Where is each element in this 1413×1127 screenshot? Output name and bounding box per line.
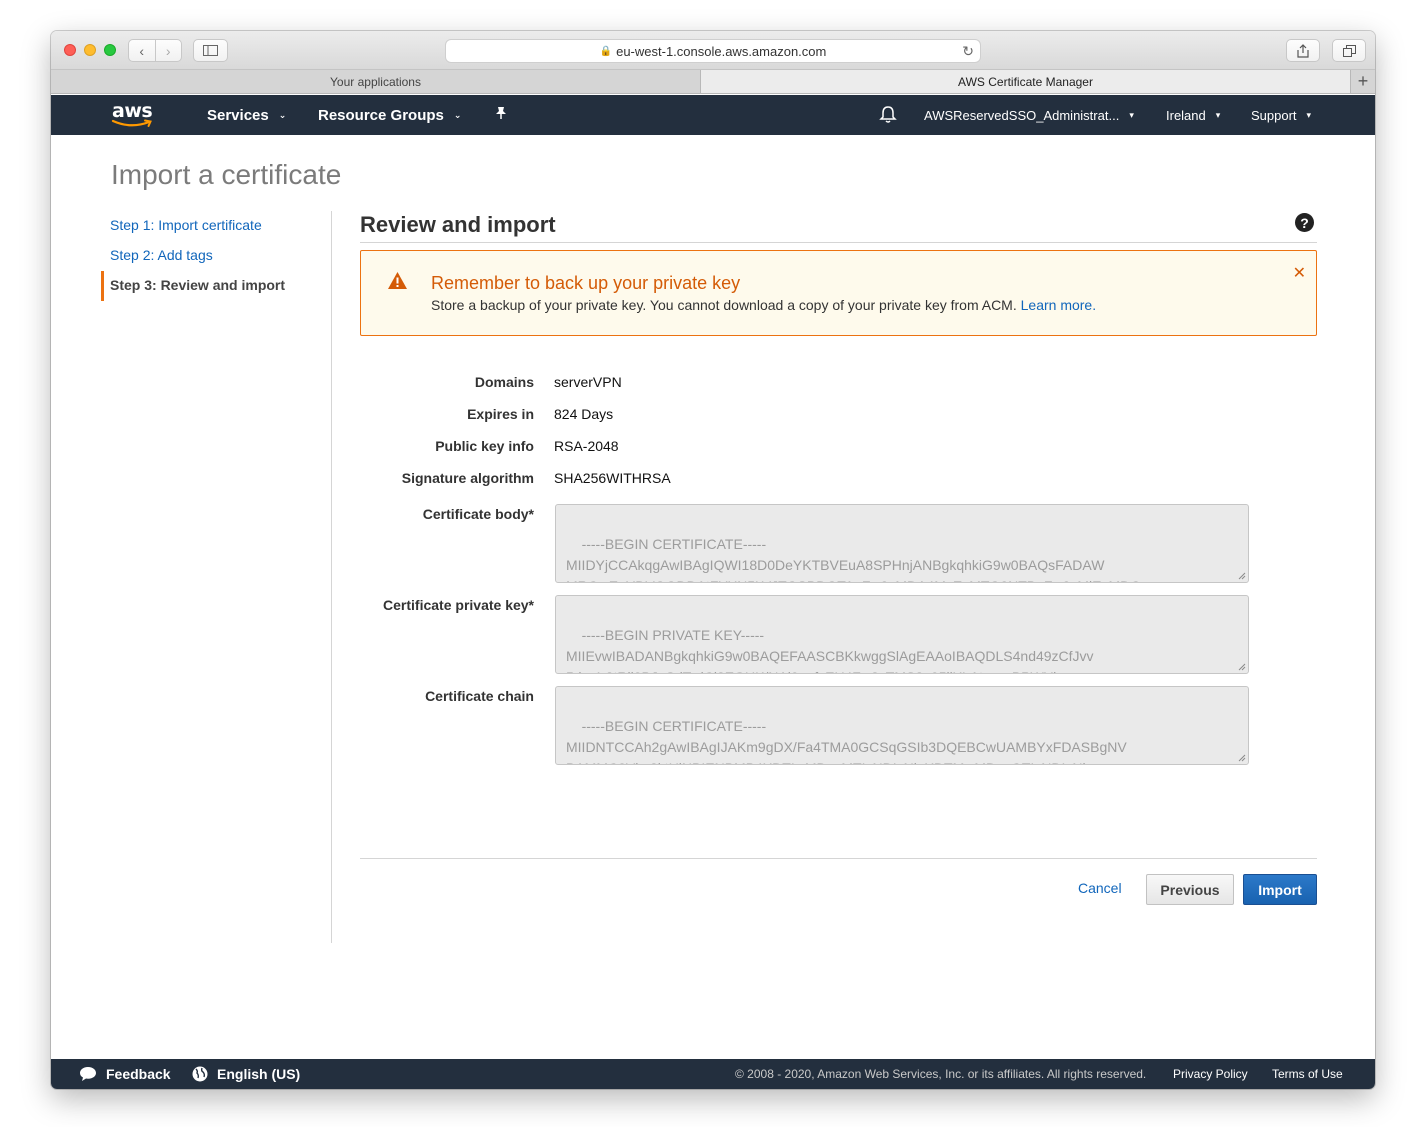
- close-window-button[interactable]: [64, 44, 76, 56]
- detail-label-public-key: Public key info: [435, 438, 534, 454]
- detail-value-signature: SHA256WITHRSA: [554, 470, 671, 486]
- tab-certificate-manager[interactable]: AWS Certificate Manager: [700, 70, 1351, 93]
- account-label: AWSReservedSSO_Administrat...: [924, 108, 1120, 123]
- support-label: Support: [1251, 108, 1297, 123]
- sidebar-divider: [331, 211, 332, 943]
- tab-your-applications[interactable]: Your applications: [51, 70, 700, 93]
- back-icon[interactable]: ‹: [129, 40, 155, 61]
- certificate-body-label: Certificate body*: [422, 506, 534, 522]
- language-label: English (US): [217, 1066, 301, 1082]
- warning-icon: [388, 272, 407, 289]
- globe-icon: [192, 1066, 208, 1082]
- chevron-down-icon: ▾: [1215, 110, 1221, 120]
- copyright-text: © 2008 - 2020, Amazon Web Services, Inc.…: [735, 1067, 1147, 1081]
- detail-label-signature: Signature algorithm: [401, 470, 534, 486]
- browser-window: ‹ › 🔒 eu-west-1.console.aws.amazon.com ↻…: [51, 31, 1375, 1089]
- new-tab-icon[interactable]: +: [1351, 70, 1375, 93]
- detail-value-expires: 824 Days: [554, 406, 614, 422]
- browser-toolbar: ‹ › 🔒 eu-west-1.console.aws.amazon.com ↻: [51, 31, 1375, 70]
- chevron-down-icon: ⌄: [453, 110, 462, 120]
- resource-groups-menu[interactable]: Resource Groups ⌄: [318, 107, 461, 124]
- backup-warning-alert: Remember to back up your private key Sto…: [360, 250, 1317, 336]
- tabs-overview-button[interactable]: [1332, 39, 1366, 62]
- close-icon[interactable]: ✕: [1293, 263, 1306, 283]
- tabs-icon: [1342, 44, 1356, 57]
- page-title: Import a certificate: [111, 159, 342, 190]
- aws-smile-icon: [111, 119, 152, 127]
- tab-bar: Your applications AWS Certificate Manage…: [51, 70, 1375, 94]
- region-label: Ireland: [1166, 108, 1206, 123]
- privacy-policy-link[interactable]: Privacy Policy: [1173, 1067, 1248, 1081]
- resize-grip-icon[interactable]: [1238, 663, 1246, 671]
- account-menu[interactable]: AWSReservedSSO_Administrat... ▾: [924, 108, 1134, 123]
- aws-logo[interactable]: aws: [111, 99, 155, 131]
- reload-icon[interactable]: ↻: [962, 43, 974, 60]
- feedback-link[interactable]: Feedback: [79, 1066, 171, 1082]
- aws-top-nav: aws Services ⌄ Resource Groups ⌄ AWSRese…: [51, 95, 1375, 135]
- address-bar[interactable]: 🔒 eu-west-1.console.aws.amazon.com ↻: [445, 39, 981, 63]
- sidebar-toggle-button[interactable]: [193, 39, 228, 62]
- step-import-certificate[interactable]: Step 1: Import certificate: [101, 211, 331, 241]
- step-add-tags[interactable]: Step 2: Add tags: [101, 241, 331, 271]
- chevron-down-icon: ▾: [1129, 110, 1134, 120]
- section-title: Review and import: [360, 212, 556, 237]
- address-url: eu-west-1.console.aws.amazon.com: [616, 43, 827, 59]
- private-key-value: -----BEGIN PRIVATE KEY----- MIIEvwIBADAN…: [566, 627, 1094, 673]
- resize-grip-icon[interactable]: [1238, 754, 1246, 762]
- pin-icon[interactable]: [495, 106, 507, 123]
- alert-message: Store a backup of your private key. You …: [431, 297, 1017, 313]
- feedback-label: Feedback: [106, 1066, 171, 1082]
- services-label: Services: [207, 107, 269, 124]
- minimize-window-button[interactable]: [84, 44, 96, 56]
- actions-divider: [360, 858, 1317, 859]
- step-review-and-import: Step 3: Review and import: [101, 271, 331, 301]
- resource-groups-label: Resource Groups: [318, 107, 444, 124]
- support-menu[interactable]: Support ▾: [1251, 108, 1311, 123]
- help-icon[interactable]: ?: [1295, 213, 1314, 232]
- services-menu[interactable]: Services ⌄: [207, 107, 286, 124]
- chevron-down-icon: ▾: [1306, 110, 1312, 120]
- lock-icon: 🔒: [599, 45, 613, 57]
- detail-value-public-key: RSA-2048: [554, 438, 619, 454]
- forward-icon[interactable]: ›: [154, 40, 182, 61]
- share-icon: [1297, 43, 1309, 58]
- detail-label-domains: Domains: [474, 374, 534, 390]
- learn-more-link[interactable]: Learn more.: [1021, 297, 1096, 313]
- history-nav: ‹ ›: [128, 39, 182, 62]
- chevron-down-icon: ⌄: [278, 110, 287, 120]
- share-button[interactable]: [1286, 39, 1320, 62]
- speech-bubble-icon: [80, 1067, 96, 1081]
- alert-title: Remember to back up your private key: [431, 273, 741, 293]
- certificate-chain-value: -----BEGIN CERTIFICATE----- MIIDNTCCAh2g…: [566, 718, 1127, 764]
- certificate-chain-label: Certificate chain: [425, 688, 534, 704]
- previous-button[interactable]: Previous: [1146, 874, 1234, 905]
- bell-icon[interactable]: [879, 105, 897, 129]
- language-selector[interactable]: English (US): [192, 1066, 300, 1082]
- certificate-body-value: -----BEGIN CERTIFICATE----- MIIDYjCCAkqg…: [566, 536, 1148, 582]
- resize-grip-icon[interactable]: [1238, 572, 1246, 580]
- terms-of-use-link[interactable]: Terms of Use: [1272, 1067, 1343, 1081]
- console-footer: Feedback English (US) © 2008 - 2020, Ama…: [51, 1059, 1375, 1089]
- alert-text: Store a backup of your private key. You …: [431, 297, 1096, 313]
- private-key-field[interactable]: -----BEGIN PRIVATE KEY----- MIIEvwIBADAN…: [555, 595, 1249, 674]
- private-key-label: Certificate private key*: [383, 597, 534, 613]
- import-button[interactable]: Import: [1243, 874, 1317, 905]
- certificate-body-field[interactable]: -----BEGIN CERTIFICATE----- MIIDYjCCAkqg…: [555, 504, 1249, 583]
- region-menu[interactable]: Ireland ▾: [1166, 108, 1220, 123]
- detail-label-expires: Expires in: [467, 406, 534, 422]
- certificate-chain-field[interactable]: -----BEGIN CERTIFICATE----- MIIDNTCCAh2g…: [555, 686, 1249, 765]
- wizard-steps: Step 1: Import certificate Step 2: Add t…: [101, 211, 331, 301]
- zoom-window-button[interactable]: [104, 44, 116, 56]
- cancel-button[interactable]: Cancel: [1078, 880, 1122, 896]
- sidebar-icon: [203, 45, 218, 56]
- section-divider: [360, 242, 1317, 243]
- detail-value-domains: serverVPN: [554, 374, 622, 390]
